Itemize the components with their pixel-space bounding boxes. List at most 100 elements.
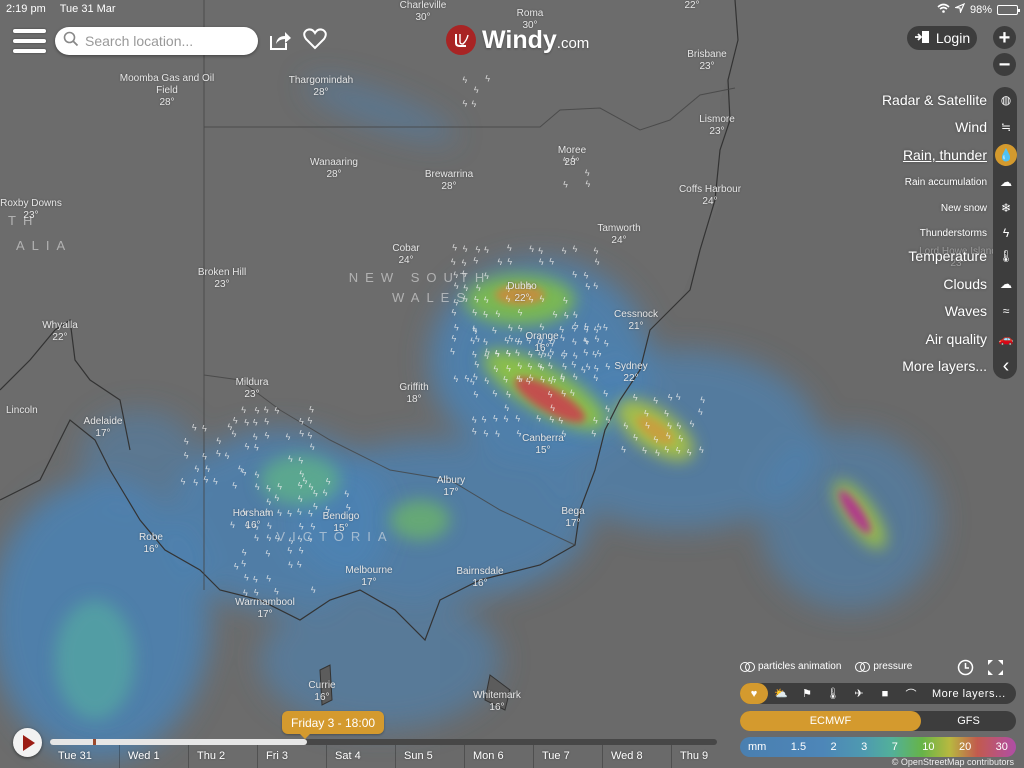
city-label[interactable]: Moomba Gas and Oil Field 28° xyxy=(112,73,222,109)
clock-button[interactable] xyxy=(957,659,974,681)
paraglider-icon: ⌒ xyxy=(905,688,917,701)
city-temp: 23° xyxy=(244,389,260,400)
city-label[interactable]: Coffs Harbour 24° xyxy=(679,184,741,208)
thunder-icon: ϟ xyxy=(181,476,186,486)
timeline-day[interactable]: Thu 9 xyxy=(671,745,740,768)
city-label[interactable]: 22° xyxy=(684,0,699,12)
sun-cloud-layer-button[interactable]: ⛅ xyxy=(768,683,794,704)
timeline-day[interactable]: Wed 8 xyxy=(602,745,671,768)
layer-radar-satellite[interactable]: Radar & Satellite ◍ xyxy=(882,89,1017,111)
search-input[interactable] xyxy=(85,33,245,49)
thermometer-layer-button[interactable]: 🌡 xyxy=(820,683,846,704)
thunder-icon: ϟ xyxy=(454,323,459,333)
login-button[interactable]: Login xyxy=(907,26,977,50)
paraglider-layer-button[interactable]: ⌒ xyxy=(898,683,924,704)
city-label[interactable]: Griffith 18° xyxy=(399,382,428,406)
flag-layer-button[interactable]: ⚑ xyxy=(794,683,820,704)
layer-more-layers[interactable]: More layers... ‹ xyxy=(902,355,1017,377)
thunder-icon: ϟ xyxy=(562,246,567,256)
city-label[interactable]: Wanaaring 28° xyxy=(310,157,358,181)
city-label[interactable]: Whitemark 16° xyxy=(473,690,521,714)
thunder-icon: ϟ xyxy=(244,572,249,582)
timeline-day[interactable]: Tue 7 xyxy=(533,745,602,768)
city-label[interactable]: Lismore 23° xyxy=(699,114,735,138)
city-label[interactable]: Charleville 30° xyxy=(400,0,447,24)
thunder-icon: ϟ xyxy=(604,338,609,348)
layer-waves[interactable]: Waves ≈ xyxy=(945,300,1017,322)
city-label[interactable]: Thargomindah 28° xyxy=(289,75,353,99)
region-label: VICTORIA xyxy=(276,529,394,544)
city-label[interactable]: Brewarrina 28° xyxy=(425,169,473,193)
city-label[interactable]: Melbourne 17° xyxy=(345,565,392,589)
menu-button[interactable] xyxy=(13,29,46,53)
attribution: © OpenStreetMap contributors xyxy=(891,757,1014,767)
city-label[interactable]: Cobar 24° xyxy=(392,243,419,267)
city-label[interactable]: Bairnsdale 16° xyxy=(456,566,503,590)
rain-legend[interactable]: mm 1.5 2 3 7 10 20 30 xyxy=(740,737,1016,757)
timeline-day[interactable]: Tue 31 xyxy=(50,745,119,768)
legend-value: 20 xyxy=(958,741,972,753)
city-label[interactable]: Albury 17° xyxy=(437,475,465,499)
zoom-out-button[interactable]: − xyxy=(993,53,1016,76)
thunder-icon: ϟ xyxy=(472,415,477,425)
city-label[interactable]: Moree 28° xyxy=(558,145,586,169)
city-name: Broken Hill xyxy=(197,267,247,278)
city-temp: 23° xyxy=(709,126,725,137)
city-label[interactable]: Robe 16° xyxy=(139,532,163,556)
city-label[interactable]: Horsham 16° xyxy=(233,508,274,532)
city-label[interactable]: Canberra 15° xyxy=(522,433,564,457)
layer-thunderstorms[interactable]: Thunderstorms ϟ xyxy=(920,222,1017,244)
city-label[interactable]: Mildura 23° xyxy=(236,377,269,401)
webcam-layer-button[interactable]: ■ xyxy=(872,683,898,704)
layer-new-snow[interactable]: New snow ❄ xyxy=(941,197,1017,219)
timeline-day[interactable]: Wed 1 xyxy=(119,745,188,768)
city-label[interactable]: Dubbo 22° xyxy=(507,281,536,305)
time-bubble[interactable]: Friday 3 - 18:00 xyxy=(282,711,385,739)
thunder-icon: ϟ xyxy=(593,416,598,426)
city-label[interactable]: Sydney 22° xyxy=(614,361,647,385)
city-label[interactable]: Tamworth 24° xyxy=(597,223,640,247)
timeline-day[interactable]: Thu 2 xyxy=(188,745,257,768)
particles-animation-toggle[interactable]: particles animation xyxy=(740,661,841,672)
fullscreen-button[interactable] xyxy=(987,659,1004,681)
city-label[interactable]: Lincoln xyxy=(6,405,38,417)
city-label[interactable]: Broken Hill 23° xyxy=(198,267,246,291)
windy-logo[interactable]: Windy.com xyxy=(446,25,589,55)
city-label[interactable]: Orange 16° xyxy=(525,331,558,355)
model-ecmwf[interactable]: ECMWF xyxy=(740,711,921,731)
layer-wind[interactable]: Wind ≒ xyxy=(955,116,1017,138)
weather-map[interactable]: ϟ ϟ ϟ ϟ ϟ ϟ ϟ ϟ ϟ ϟϟ ϟ ϟ ϟ ϟ ϟ ϟ ϟϟ ϟ ϟ ϟ ϟϟ ϟ ϟ ϟ ϟ ϟ ϟϟ ϟ ϟ ϟ ϟ ϟ ϟ ϟϟ ϟ… xyxy=(0,0,1024,768)
layer-clouds[interactable]: Clouds ☁ xyxy=(943,273,1017,295)
thunder-icon: ϟ xyxy=(298,494,303,504)
layer-temperature[interactable]: Temperature 🌡 xyxy=(908,245,1017,267)
city-label[interactable]: Warrnambool 17° xyxy=(235,597,295,621)
zoom-in-button[interactable]: + xyxy=(993,26,1016,49)
airplane-layer-button[interactable]: ✈ xyxy=(846,683,872,704)
timeline-day[interactable]: Fri 3 xyxy=(257,745,326,768)
share-button[interactable] xyxy=(268,29,292,56)
layer-label: Temperature xyxy=(908,248,987,264)
heart-layer-button[interactable]: ♥ xyxy=(740,683,768,704)
more-layers-button[interactable]: More layers... xyxy=(932,688,1006,700)
layer-rain-accumulation[interactable]: Rain accumulation ☁ xyxy=(905,171,1017,193)
model-gfs[interactable]: GFS xyxy=(921,711,1016,731)
thunder-icon: ϟ xyxy=(298,455,303,465)
timeline-day[interactable]: Sat 4 xyxy=(326,745,395,768)
timeline-day[interactable]: Sun 5 xyxy=(395,745,464,768)
city-label[interactable]: Cessnock 21° xyxy=(614,309,658,333)
city-label[interactable]: Whyalla 22° xyxy=(42,320,78,344)
city-label[interactable]: Currie 16° xyxy=(308,680,335,704)
timeline-day[interactable]: Mon 6 xyxy=(464,745,533,768)
layer-rain-thunder[interactable]: Rain, thunder 💧 xyxy=(903,144,1017,166)
thunder-icon: ϟ xyxy=(586,362,591,372)
search-box[interactable] xyxy=(55,27,258,55)
city-label[interactable]: Brisbane 23° xyxy=(687,49,726,73)
play-button[interactable] xyxy=(13,728,42,757)
favorite-button[interactable] xyxy=(303,28,327,55)
city-label[interactable]: Bega 17° xyxy=(561,506,584,530)
pressure-toggle[interactable]: pressure xyxy=(855,661,912,672)
city-temp: 17° xyxy=(95,428,111,439)
layer-air-quality[interactable]: Air quality 🚗 xyxy=(926,328,1017,350)
city-label[interactable]: Adelaide 17° xyxy=(84,416,123,440)
thunder-icon: ϟ xyxy=(594,325,599,335)
